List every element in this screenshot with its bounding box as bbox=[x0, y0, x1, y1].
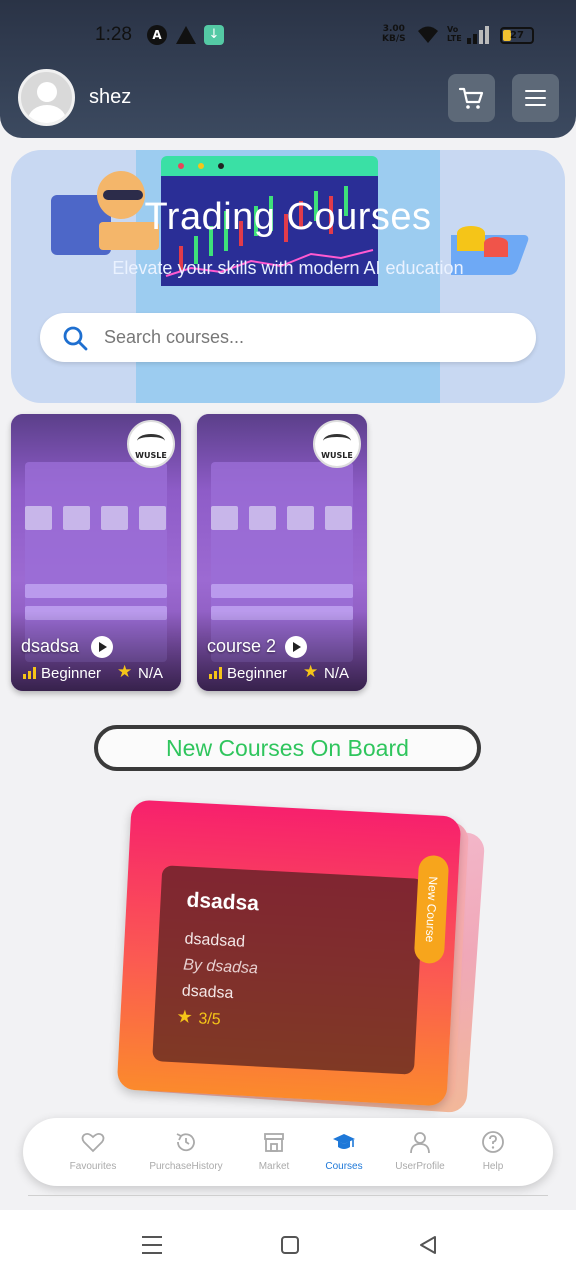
notification-a-icon: A bbox=[147, 25, 167, 45]
volte-label: Vo LTE bbox=[447, 25, 462, 43]
bottom-navigation: Favourites PurchaseHistory Market Course… bbox=[23, 1118, 553, 1186]
new-course-tag-label: New Course bbox=[422, 876, 441, 943]
course-logo: WUSLE bbox=[313, 420, 361, 468]
avatar[interactable] bbox=[18, 69, 75, 126]
nav-label: Help bbox=[482, 1161, 504, 1172]
course-logo: WUSLE bbox=[127, 420, 175, 468]
heart-icon bbox=[81, 1132, 105, 1153]
wifi-icon bbox=[418, 26, 438, 43]
star-icon: ★ bbox=[303, 662, 319, 682]
divider bbox=[28, 1195, 548, 1196]
back-button[interactable] bbox=[418, 1235, 438, 1255]
new-course-tag: New Course bbox=[413, 854, 450, 965]
course-card[interactable]: WUSLE course 2 Beginner ★ N/A bbox=[197, 414, 367, 691]
nav-item-purchase-history[interactable]: PurchaseHistory bbox=[141, 1130, 231, 1180]
hero-banner: Trading Courses Elevate your skills with… bbox=[11, 150, 565, 403]
battery-icon: 27 bbox=[500, 27, 534, 44]
top-app-bar: 1:28 A ↓ 3.00 KB/S Vo LTE 27 shez bbox=[0, 0, 576, 138]
network-speed: 3.00 KB/S bbox=[382, 24, 406, 44]
store-icon bbox=[264, 1133, 284, 1152]
featured-card-content: dsadsa dsadsad By dsadsa dsadsa ★ 3/5 bbox=[152, 865, 425, 1075]
logo-text: WUSLE bbox=[135, 451, 167, 460]
new-courses-banner: New Courses On Board bbox=[94, 725, 481, 771]
help-icon bbox=[482, 1131, 504, 1153]
search-icon bbox=[63, 326, 88, 351]
featured-course-card[interactable]: dsadsa dsadsad By dsadsa dsadsa ★ 3/5 Ne… bbox=[116, 799, 462, 1107]
system-navigation-bar bbox=[0, 1210, 576, 1280]
star-icon: ★ bbox=[175, 1006, 194, 1029]
course-name: dsadsa bbox=[21, 636, 80, 656]
course-rating: N/A bbox=[324, 665, 350, 682]
level-bars-icon bbox=[23, 667, 36, 679]
download-icon: ↓ bbox=[204, 25, 224, 45]
play-icon[interactable] bbox=[91, 636, 113, 658]
window-dot-icon bbox=[218, 163, 224, 169]
cart-icon bbox=[458, 87, 484, 109]
signal-icon bbox=[467, 26, 489, 44]
featured-description: dsadsad bbox=[184, 930, 246, 951]
history-icon bbox=[176, 1133, 195, 1152]
status-bar: 1:28 A ↓ 3.00 KB/S Vo LTE 27 bbox=[0, 22, 576, 52]
course-level: Beginner bbox=[41, 665, 102, 682]
course-name: course 2 bbox=[207, 636, 277, 656]
warning-icon bbox=[176, 26, 196, 44]
username: shez bbox=[89, 86, 132, 108]
graduation-cap-icon bbox=[333, 1134, 355, 1149]
menu-button[interactable] bbox=[512, 74, 559, 122]
featured-rating: 3/5 bbox=[197, 1010, 222, 1029]
nav-label: Favourites bbox=[69, 1161, 117, 1172]
featured-category: dsadsa bbox=[181, 982, 234, 1003]
search-bar[interactable] bbox=[40, 313, 536, 362]
course-rating: N/A bbox=[138, 665, 164, 682]
logo-text: WUSLE bbox=[321, 451, 353, 460]
hero-subtitle: Elevate your skills with modern AI educa… bbox=[112, 258, 464, 278]
hero-title: Trading Courses bbox=[144, 196, 432, 238]
course-card[interactable]: WUSLE dsadsa Beginner ★ N/A bbox=[11, 414, 181, 691]
user-icon bbox=[410, 1132, 430, 1154]
window-dot-icon bbox=[198, 163, 204, 169]
course-level: Beginner bbox=[227, 665, 288, 682]
status-time: 1:28 bbox=[95, 24, 132, 45]
play-icon[interactable] bbox=[285, 636, 307, 658]
recent-apps-button[interactable] bbox=[142, 1236, 162, 1254]
nav-item-help[interactable]: Help bbox=[448, 1130, 538, 1180]
home-button[interactable] bbox=[281, 1236, 299, 1254]
battery-level: 27 bbox=[510, 30, 524, 41]
cart-button[interactable] bbox=[448, 74, 495, 122]
nav-label: PurchaseHistory bbox=[149, 1161, 223, 1172]
featured-title: dsadsa bbox=[186, 888, 260, 916]
star-icon: ★ bbox=[117, 662, 133, 682]
featured-author: By dsadsa bbox=[182, 956, 259, 978]
window-dot-icon bbox=[178, 163, 184, 169]
search-input[interactable] bbox=[104, 321, 514, 354]
nav-item-favourites[interactable]: Favourites bbox=[48, 1130, 138, 1180]
level-bars-icon bbox=[209, 667, 222, 679]
